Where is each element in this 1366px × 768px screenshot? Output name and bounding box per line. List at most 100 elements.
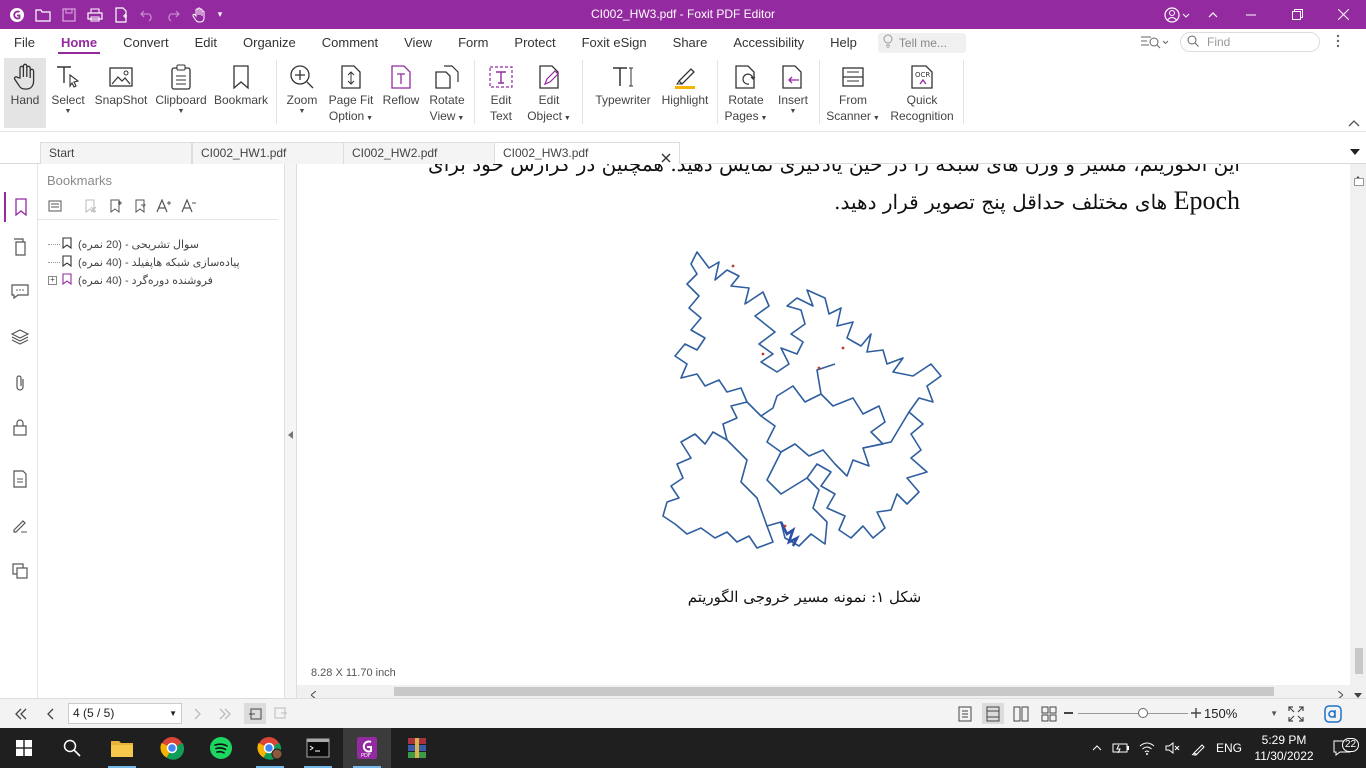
find-box[interactable]: Find [1180,32,1320,52]
notifications-icon[interactable]: 22 [1322,738,1362,756]
hand-button[interactable]: Hand [4,58,46,128]
single-page-view-icon[interactable] [958,706,972,725]
rotate-pages-dropdown-icon[interactable]: ▼ [759,115,768,122]
next-page-icon[interactable] [194,708,202,723]
volume-muted-icon[interactable] [1160,741,1186,755]
collapse-panel-icon[interactable] [288,428,294,442]
typewriter-button[interactable]: Typewriter [590,58,656,128]
menu-share[interactable]: Share [660,29,721,56]
menu-edit[interactable]: Edit [182,29,230,56]
wifi-icon[interactable] [1134,741,1160,755]
pages-panel-icon[interactable] [9,236,31,258]
bookmark-item[interactable]: پیاده‌سازی شبکه هاپفیلد - (40 نمره) [48,253,240,271]
previous-view-icon[interactable] [244,703,266,724]
bookmark-item[interactable]: سوال تشریحی - (20 نمره) [48,235,199,253]
tab-start[interactable]: Start [40,142,192,164]
zoom-out-icon[interactable] [1064,712,1073,714]
edit-text-button[interactable]: Edit Text [480,58,522,128]
foxit-icon[interactable]: PDF [343,728,391,768]
destinations-panel-icon[interactable] [9,560,31,582]
menu-view[interactable]: View [391,29,445,56]
menu-comment[interactable]: Comment [309,29,391,56]
menu-home[interactable]: Home [48,29,110,56]
pen-workspace-icon[interactable] [1186,740,1212,756]
battery-icon[interactable] [1108,742,1134,754]
menu-organize[interactable]: Organize [230,29,309,56]
rotate-view-button[interactable]: Rotate View ▼ [426,58,468,128]
layers-panel-icon[interactable] [9,326,31,348]
new-bookmark-icon[interactable] [105,196,125,216]
close-icon[interactable] [1320,0,1366,29]
zoom-dropdown-icon[interactable]: ▼ [299,108,306,116]
page-fit-option-button[interactable]: Page Fit Option ▼ [326,58,376,128]
from-scanner-button[interactable]: From Scanner ▼ [824,58,882,128]
last-page-icon[interactable] [218,708,232,723]
file-explorer-icon[interactable] [98,728,146,768]
insert-dropdown-icon[interactable]: ▼ [790,108,797,116]
tab-ci002-hw3[interactable]: CI002_HW3.pdf [494,142,680,165]
facing-view-icon[interactable] [1013,706,1029,725]
rotate-view-dropdown-icon[interactable]: ▼ [455,115,464,122]
winrar-icon[interactable] [393,728,441,768]
bookmark-button[interactable]: Bookmark [212,58,270,128]
more-options-icon[interactable] [1336,34,1348,50]
expand-bookmark-text-icon[interactable] [154,196,174,216]
menu-form[interactable]: Form [445,29,501,56]
ribbon-options-icon[interactable] [1198,0,1228,29]
content-panel-icon[interactable] [9,468,31,490]
tab-ci002-hw1[interactable]: CI002_HW1.pdf [192,142,344,164]
tab-list-dropdown-icon[interactable] [1350,144,1362,155]
panel-splitter[interactable] [284,164,297,698]
zoom-slider-knob[interactable] [1137,708,1148,718]
show-hidden-icons-icon[interactable] [1086,745,1108,751]
insert-button[interactable]: Insert ▼ [772,58,814,128]
attachments-panel-icon[interactable] [9,372,31,394]
quick-recognition-button[interactable]: OCR Quick Recognition [886,58,958,128]
find-input[interactable]: Find [1207,35,1230,49]
zoom-in-icon[interactable] [1191,707,1201,721]
clock[interactable]: 5:29 PM 11/30/2022 [1246,732,1322,764]
menu-protect[interactable]: Protect [501,29,568,56]
next-view-icon[interactable] [274,707,288,722]
zoom-level-dropdown-icon[interactable]: ▼ [1270,705,1278,723]
foxit-assistant-icon[interactable] [1324,705,1342,726]
page-fit-dropdown-icon[interactable]: ▼ [364,115,373,122]
continuous-page-view-icon[interactable] [982,703,1004,724]
horizontal-scroll-thumb[interactable] [394,687,1274,696]
bookmark-options-icon[interactable] [45,196,65,216]
select-button[interactable]: Select ▼ [48,58,88,128]
vertical-scroll-thumb[interactable] [1354,178,1364,186]
taskbar-search-icon[interactable] [48,728,96,768]
language-indicator[interactable]: ENG [1212,741,1246,755]
from-scanner-dropdown-icon[interactable]: ▼ [871,115,880,122]
comments-panel-icon[interactable] [9,280,31,302]
zoom-level-select[interactable]: 150% ▼ [1204,705,1280,723]
tab-ci002-hw2[interactable]: CI002_HW2.pdf [343,142,495,164]
reflow-button[interactable]: Reflow [380,58,422,128]
vertical-scroll-thumb-bottom[interactable] [1355,648,1363,674]
document-view[interactable]: این الگوریتم، مسیر و وزن های شبکه را در … [297,164,1350,685]
snapshot-button[interactable]: SnapShot [92,58,150,128]
reduce-bookmark-text-icon[interactable] [179,196,199,216]
menu-convert[interactable]: Convert [110,29,182,56]
menu-foxit-esign[interactable]: Foxit eSign [569,29,660,56]
page-number-input[interactable]: 4 (5 / 5) ▼ [68,703,182,724]
collapse-ribbon-icon[interactable] [1348,116,1362,127]
delete-bookmark-icon[interactable] [80,196,100,216]
tell-me-box[interactable]: Tell me... [877,32,966,53]
highlight-button[interactable]: Highlight [658,58,712,128]
security-panel-icon[interactable] [9,416,31,438]
zoom-button[interactable]: Zoom ▼ [282,58,322,128]
clipboard-button[interactable]: Clipboard ▼ [154,58,208,128]
terminal-icon[interactable] [294,728,342,768]
clipboard-dropdown-icon[interactable]: ▼ [178,108,185,116]
menu-accessibility[interactable]: Accessibility [720,29,817,56]
windows-start-icon[interactable] [0,728,48,768]
bookmarks-panel-icon[interactable] [4,192,36,222]
horizontal-scrollbar[interactable] [297,685,1350,700]
close-tab-icon[interactable] [661,149,671,163]
spotify-icon[interactable] [197,728,245,768]
edit-object-button[interactable]: Edit Object ▼ [526,58,572,128]
restore-icon[interactable] [1274,0,1320,29]
vertical-scrollbar[interactable] [1350,164,1366,698]
